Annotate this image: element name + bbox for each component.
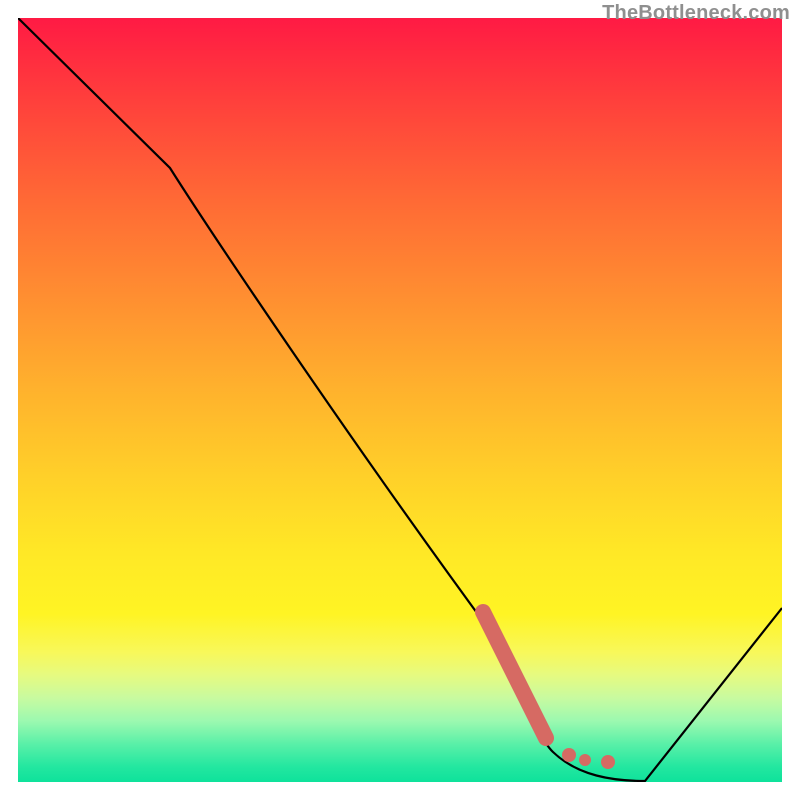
- highlight-dot-2: [579, 754, 591, 766]
- highlight-dot-1: [562, 748, 576, 762]
- watermark-text: TheBottleneck.com: [602, 2, 790, 25]
- highlight-dot-3: [601, 755, 615, 769]
- bottleneck-curve-path: [18, 18, 782, 781]
- chart-canvas: TheBottleneck.com: [0, 0, 800, 800]
- chart-svg: [18, 18, 782, 782]
- highlight-segment-path: [483, 612, 546, 738]
